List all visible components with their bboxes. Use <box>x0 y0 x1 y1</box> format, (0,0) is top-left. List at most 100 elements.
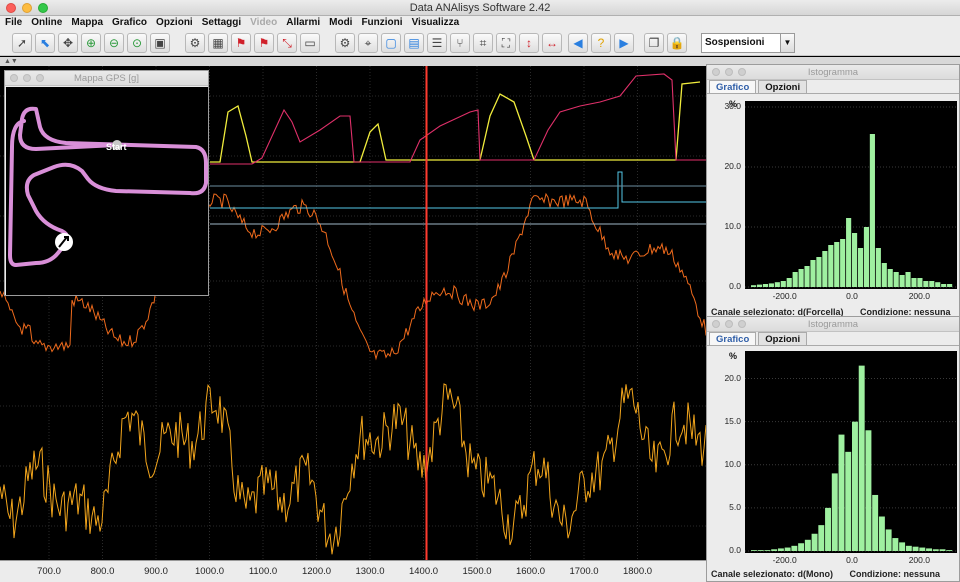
hist2-titlebar[interactable]: Istogramma <box>707 317 959 332</box>
close-window-button[interactable] <box>6 3 16 13</box>
compress-icon: ⤡ <box>282 35 292 50</box>
hist2-zoom-button[interactable] <box>738 320 746 328</box>
hist-bar <box>919 547 926 551</box>
hist1-plot[interactable] <box>745 101 957 289</box>
hist-bar <box>939 549 946 551</box>
expand-button[interactable]: ⛶ <box>496 33 516 53</box>
hist1-titlebar[interactable]: Istogramma <box>707 65 959 80</box>
help-button[interactable]: ? <box>591 33 611 53</box>
prev-icon: ◀ <box>573 36 583 50</box>
channel-group-value: Sospensioni <box>705 37 765 48</box>
branch-button[interactable]: ⑂ <box>450 33 470 53</box>
hist-bar <box>941 284 947 287</box>
channel-group-select[interactable]: Sospensioni ▼ <box>701 33 795 53</box>
menu-visualizza[interactable]: Visualizza <box>412 16 460 30</box>
menu-opzioni[interactable]: Opzioni <box>156 16 193 30</box>
hist2-plot[interactable] <box>745 351 957 553</box>
gps-zoom-button[interactable] <box>36 74 44 82</box>
menu-allarmi[interactable]: Allarmi <box>286 16 320 30</box>
hist1-close-button[interactable] <box>712 68 720 76</box>
window-icon: ▣ <box>154 36 166 50</box>
zoom-fit-button[interactable]: ⊙ <box>127 33 147 53</box>
hist-bar <box>857 248 864 287</box>
minimize-window-button[interactable] <box>22 3 32 13</box>
select-button[interactable]: ⬉ <box>35 33 55 53</box>
layout1-icon: ▢ <box>385 36 397 50</box>
cursor-icon: ⌖ <box>364 35 372 50</box>
x-tick-label: 1700.0 <box>569 566 599 577</box>
compress-button[interactable]: ⤡ <box>277 33 297 53</box>
tab-grafico[interactable]: Grafico <box>709 332 757 345</box>
comment-button[interactable]: ▭ <box>300 33 320 53</box>
gps-map-window[interactable]: Mappa GPS [g] Start <box>4 70 209 296</box>
gps-window-titlebar[interactable]: Mappa GPS [g] <box>5 71 208 86</box>
hist-bar <box>751 550 757 551</box>
hist2-minimize-button[interactable] <box>725 320 733 328</box>
window-button[interactable]: ▣ <box>150 33 170 53</box>
x-tick-label: 1600.0 <box>515 566 546 577</box>
tab-grafico[interactable]: Grafico <box>709 80 757 93</box>
checkered-flag-button[interactable]: ▦ <box>208 33 228 53</box>
hist-y-tick: 0.0 <box>729 281 741 291</box>
hexpand-button[interactable]: ↔ <box>542 33 562 53</box>
table-button[interactable]: ☰ <box>427 33 447 53</box>
vexpand-button[interactable]: ↕ <box>519 33 539 53</box>
menu-grafico[interactable]: Grafico <box>112 16 147 30</box>
hist1-zoom-button[interactable] <box>738 68 746 76</box>
hist2-close-button[interactable] <box>712 320 720 328</box>
prev-button[interactable]: ◀ <box>568 33 588 53</box>
layout2-button[interactable]: ▤ <box>404 33 424 53</box>
lock-button[interactable]: 🔒 <box>667 33 687 53</box>
gear2-button[interactable]: ⚙ <box>335 33 355 53</box>
hist-bar <box>838 434 845 551</box>
zoom-out-button[interactable]: ⊖ <box>104 33 124 53</box>
menu-file[interactable]: File <box>5 16 22 30</box>
gps-minimize-button[interactable] <box>23 74 31 82</box>
layout1-button[interactable]: ▢ <box>381 33 401 53</box>
next-button[interactable]: ▶ <box>614 33 634 53</box>
hist-bar <box>804 539 811 551</box>
flag-alt-button[interactable]: ⚑ <box>254 33 274 53</box>
hist-bar <box>887 269 893 287</box>
hist-x-tick: 200.0 <box>908 291 930 301</box>
hist-bar <box>863 227 870 287</box>
hist-bar <box>899 275 905 287</box>
pointer-button[interactable]: ➚ <box>12 33 32 53</box>
hist-bar <box>935 282 941 287</box>
collapse-arrows-icon[interactable]: ▲▼ <box>4 58 18 65</box>
hist-bar <box>798 543 805 551</box>
tab-opzioni[interactable]: Opzioni <box>758 80 808 93</box>
gps-close-button[interactable] <box>10 74 18 82</box>
menu-video[interactable]: Video <box>250 16 277 30</box>
zoom-in-button[interactable]: ⊕ <box>81 33 101 53</box>
red-flag-icon: ⚑ <box>235 36 247 50</box>
menu-modi[interactable]: Modi <box>329 16 352 30</box>
tab-opzioni[interactable]: Opzioni <box>758 332 808 345</box>
hist-y-tick: 15.0 <box>724 415 741 426</box>
menu-settaggi[interactable]: Settaggi <box>202 16 241 30</box>
histogram-window-forcella[interactable]: Istogramma Grafico Opzioni % Canale sele… <box>706 64 960 318</box>
gear-icon: ⚙ <box>189 36 201 50</box>
gear-button[interactable]: ⚙ <box>185 33 205 53</box>
lock-icon: 🔒 <box>669 36 685 50</box>
menu-funzioni[interactable]: Funzioni <box>361 16 402 30</box>
hist-bar <box>786 278 792 287</box>
chevron-down-icon[interactable]: ▼ <box>780 34 794 52</box>
cursor-button[interactable]: ⌖ <box>358 33 378 53</box>
menu-online[interactable]: Online <box>31 16 62 30</box>
zoom-out-icon: ⊖ <box>108 36 120 50</box>
pan-button[interactable]: ✥ <box>58 33 78 53</box>
hist1-minimize-button[interactable] <box>725 68 733 76</box>
copy-icon: ❐ <box>648 36 660 50</box>
hist-x-tick: 0.0 <box>846 555 858 565</box>
hist-bar <box>905 272 911 287</box>
menu-mappa[interactable]: Mappa <box>71 16 103 30</box>
histogram-window-mono[interactable]: Istogramma Grafico Opzioni % Canale sele… <box>706 316 960 582</box>
fit-button[interactable]: ⌗ <box>473 33 493 53</box>
red-flag-button[interactable]: ⚑ <box>231 33 251 53</box>
zoom-window-button[interactable] <box>38 3 48 13</box>
toolbar: ➚ ⬉ ✥ ⊕ ⊖ ⊙ ▣ ⚙ ▦ ⚑ ⚑ ⤡ ▭ ⚙ ⌖ ▢ ▤ ☰ ⑂ ⌗ ⛶ ↕ ↔ ◀? ▶ ❐ 🔒 <box>0 30 960 56</box>
copy-button[interactable]: ❐ <box>644 33 664 53</box>
gps-map[interactable]: Start <box>6 87 208 295</box>
hist-bar <box>822 251 828 287</box>
